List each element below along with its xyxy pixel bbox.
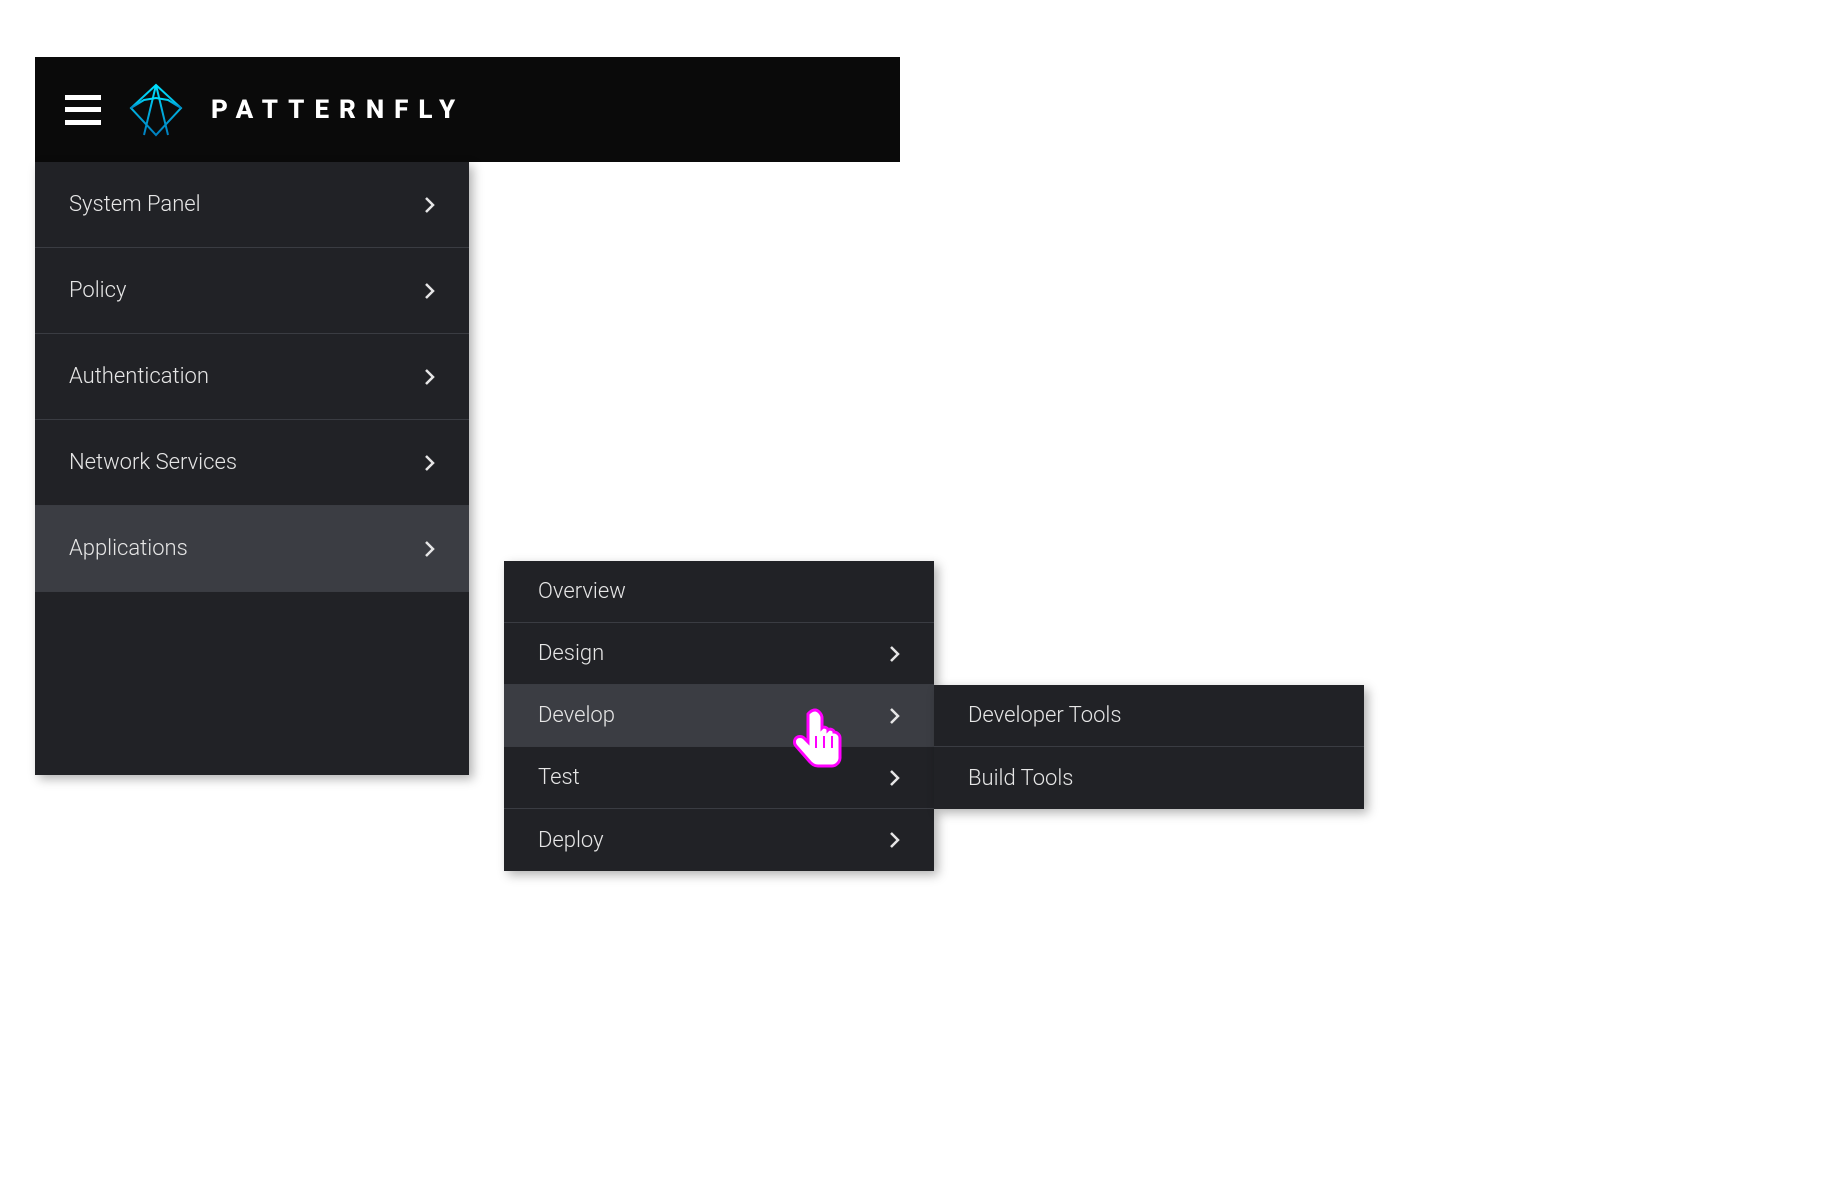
nav-item-label: Policy xyxy=(69,278,126,303)
chevron-right-icon xyxy=(425,369,435,385)
nav-item-system-panel[interactable]: System Panel xyxy=(35,162,469,248)
hamburger-menu-button[interactable] xyxy=(65,95,101,125)
submenu-item-label: Deploy xyxy=(538,828,604,853)
app-header: PATTERNFLY xyxy=(35,57,900,162)
nav-item-network-services[interactable]: Network Services xyxy=(35,420,469,506)
submenu-develop: Developer Tools Build Tools xyxy=(934,685,1364,809)
submenu-item-label: Develop xyxy=(538,703,615,728)
chevron-right-icon xyxy=(890,708,900,724)
chevron-right-icon xyxy=(890,832,900,848)
brand-logo-icon xyxy=(126,80,186,140)
chevron-right-icon xyxy=(425,455,435,471)
submenu-item-label: Overview xyxy=(538,579,626,604)
submenu-item-label: Test xyxy=(538,765,580,790)
nav-item-policy[interactable]: Policy xyxy=(35,248,469,334)
chevron-right-icon xyxy=(890,646,900,662)
nav-item-label: Network Services xyxy=(69,450,237,475)
submenu-applications: Overview Design Develop Test Deploy xyxy=(504,561,934,871)
submenu-item-overview[interactable]: Overview xyxy=(504,561,934,623)
submenu-item-label: Design xyxy=(538,641,604,666)
nav-item-label: Applications xyxy=(69,536,188,561)
nav-item-label: System Panel xyxy=(69,192,201,217)
submenu-item-label: Build Tools xyxy=(968,766,1073,791)
submenu-item-developer-tools[interactable]: Developer Tools xyxy=(934,685,1364,747)
chevron-right-icon xyxy=(425,541,435,557)
nav-item-applications[interactable]: Applications xyxy=(35,506,469,592)
submenu-item-build-tools[interactable]: Build Tools xyxy=(934,747,1364,809)
primary-nav-sidebar: System Panel Policy Authentication Netwo… xyxy=(35,162,469,775)
brand-name: PATTERNFLY xyxy=(211,95,465,125)
submenu-item-test[interactable]: Test xyxy=(504,747,934,809)
nav-item-authentication[interactable]: Authentication xyxy=(35,334,469,420)
submenu-item-design[interactable]: Design xyxy=(504,623,934,685)
chevron-right-icon xyxy=(425,283,435,299)
nav-item-label: Authentication xyxy=(69,364,209,389)
chevron-right-icon xyxy=(425,197,435,213)
chevron-right-icon xyxy=(890,770,900,786)
submenu-item-develop[interactable]: Develop xyxy=(504,685,934,747)
submenu-item-deploy[interactable]: Deploy xyxy=(504,809,934,871)
submenu-item-label: Developer Tools xyxy=(968,703,1122,728)
